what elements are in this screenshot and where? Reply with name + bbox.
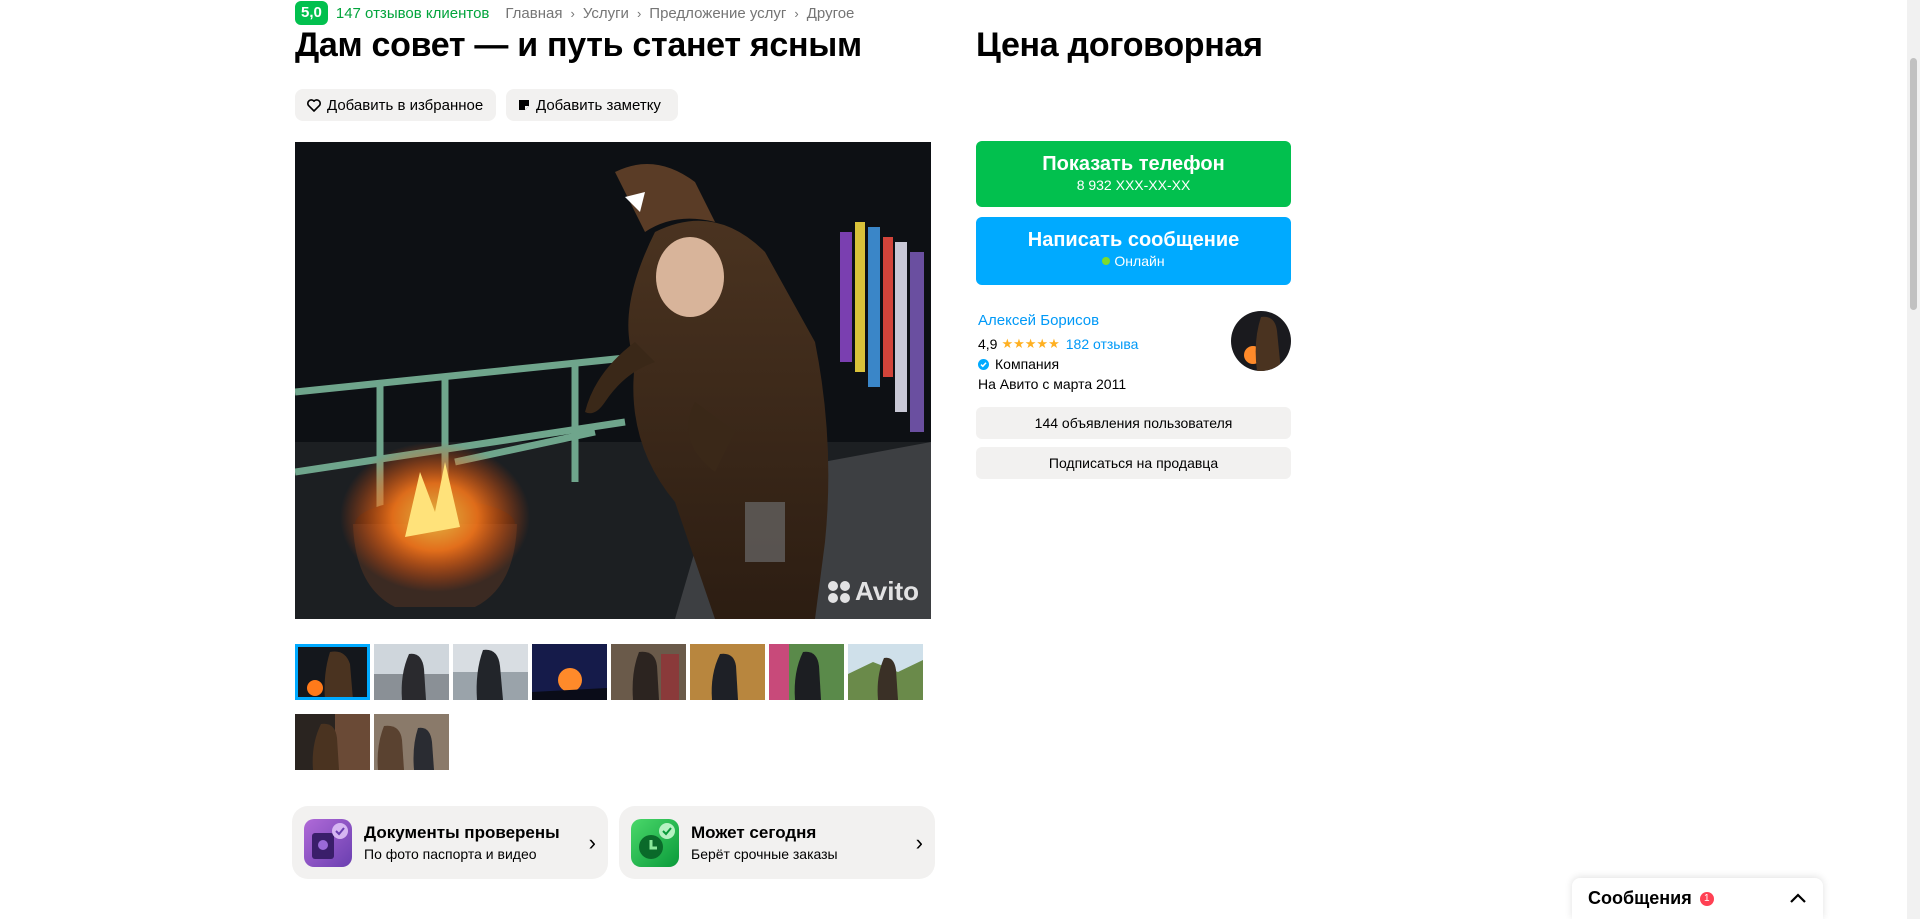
seller-ads-button[interactable]: 144 объявления пользователя bbox=[976, 407, 1291, 439]
breadcrumb-other[interactable]: Другое bbox=[807, 5, 855, 22]
client-reviews-link[interactable]: 147 отзывов клиентов bbox=[336, 5, 490, 22]
main-photo[interactable]: Avito bbox=[295, 142, 931, 619]
thumbnail[interactable] bbox=[690, 644, 765, 700]
chevron-right-icon: › bbox=[915, 829, 923, 855]
add-to-favorites-label: Добавить в избранное bbox=[327, 96, 484, 114]
add-note-button[interactable]: Добавить заметку bbox=[506, 89, 678, 121]
online-dot-icon bbox=[1102, 257, 1111, 265]
add-to-favorites-button[interactable]: Добавить в избранное bbox=[295, 89, 496, 121]
messenger-label: Сообщения bbox=[1588, 888, 1692, 908]
verified-check-icon bbox=[978, 359, 989, 370]
avito-watermark: Avito bbox=[827, 576, 919, 607]
listing-price: Цена договорная bbox=[976, 26, 1263, 64]
avito-logo-icon bbox=[827, 580, 851, 604]
rating-badge: 5,0 bbox=[295, 1, 328, 25]
chevron-right-icon: › bbox=[570, 5, 575, 21]
thumbnail[interactable] bbox=[848, 644, 923, 700]
subscribe-seller-button[interactable]: Подписаться на продавца bbox=[976, 447, 1291, 479]
rating-stars-icon: ★★★★★ bbox=[1001, 336, 1060, 351]
listing-page: 5,0 147 отзывов клиентов Главная › Услуг… bbox=[0, 0, 1920, 919]
unread-count-badge: 1 bbox=[1699, 891, 1714, 906]
available-today-card[interactable]: Может сегодня Берёт срочные заказы › bbox=[619, 806, 935, 879]
avito-watermark-text: Avito bbox=[854, 576, 919, 606]
thumbnail[interactable] bbox=[453, 644, 528, 700]
masked-phone-number: 8 932 XXX-XX-XX bbox=[1076, 177, 1191, 193]
documents-verified-icon bbox=[304, 818, 352, 867]
header-line: 5,0 147 отзывов клиентов Главная › Услуг… bbox=[295, 1, 855, 25]
seller-reviews-link[interactable]: 182 отзыва bbox=[1066, 333, 1139, 355]
breadcrumb-service-offers[interactable]: Предложение услуг bbox=[649, 5, 786, 22]
breadcrumb-services[interactable]: Услуги bbox=[583, 5, 629, 22]
listing-title: Дам совет — и путь станет ясным bbox=[295, 26, 862, 64]
thumbnail[interactable] bbox=[295, 644, 370, 700]
chevron-right-icon: › bbox=[794, 5, 799, 21]
main-photo-image bbox=[295, 142, 931, 619]
page-scrollbar[interactable] bbox=[1907, 0, 1920, 919]
seller-since: На Авито с марта 2011 bbox=[978, 376, 1127, 392]
online-status-text: Онлайн bbox=[1114, 253, 1165, 269]
clock-check-icon bbox=[631, 818, 679, 867]
thumbnail[interactable] bbox=[611, 644, 686, 700]
thumbnail[interactable] bbox=[374, 714, 449, 770]
thumbnail[interactable] bbox=[532, 644, 607, 700]
note-icon bbox=[519, 100, 529, 110]
add-note-label: Добавить заметку bbox=[536, 96, 661, 114]
messenger-widget[interactable]: Сообщения 1 bbox=[1572, 878, 1823, 919]
chevron-right-icon: › bbox=[636, 5, 642, 21]
write-message-button[interactable]: Написать сообщение Онлайн bbox=[976, 217, 1291, 285]
show-phone-button[interactable]: Показать телефон 8 932 XXX-XX-XX bbox=[976, 141, 1291, 207]
documents-verified-card[interactable]: Документы проверены По фото паспорта и в… bbox=[292, 806, 608, 879]
thumbnail[interactable] bbox=[374, 644, 449, 700]
documents-verified-subtitle: По фото паспорта и видео bbox=[364, 845, 537, 862]
documents-verified-title: Документы проверены bbox=[364, 822, 560, 842]
show-phone-label: Показать телефон bbox=[1042, 153, 1225, 175]
seller-type: Компания bbox=[995, 356, 1060, 372]
available-today-subtitle: Берёт срочные заказы bbox=[691, 845, 838, 862]
write-message-label: Написать сообщение bbox=[1027, 229, 1240, 251]
breadcrumb-home[interactable]: Главная bbox=[505, 5, 562, 22]
online-status: Онлайн bbox=[976, 252, 1291, 270]
seller-rating-value: 4,9 bbox=[978, 336, 998, 352]
heart-icon bbox=[307, 98, 321, 112]
thumbnail[interactable] bbox=[295, 714, 370, 770]
chevron-up-icon[interactable] bbox=[1789, 893, 1807, 904]
available-today-title: Может сегодня bbox=[691, 822, 817, 842]
seller-card: Алексей Борисов 4,9 ★★★★★ 182 отзыва Ком… bbox=[978, 311, 1291, 411]
chevron-right-icon: › bbox=[588, 829, 596, 855]
thumbnail[interactable] bbox=[769, 644, 844, 700]
seller-avatar[interactable] bbox=[1231, 311, 1291, 371]
scrollbar-thumb[interactable] bbox=[1910, 58, 1917, 310]
